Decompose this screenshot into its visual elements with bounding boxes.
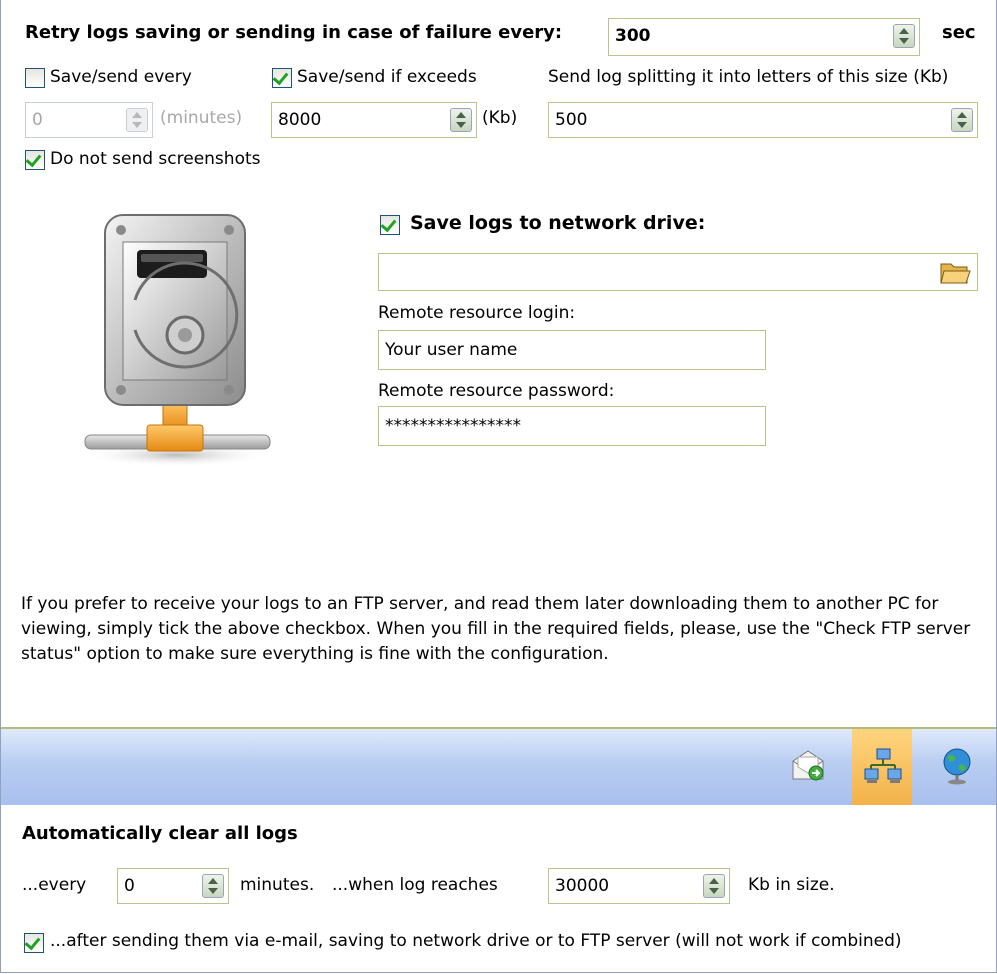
- toolbar-email-button[interactable]: [777, 729, 837, 805]
- minutes-unit-label: (minutes): [160, 108, 243, 128]
- clear-every-label: ...every: [22, 875, 87, 895]
- clear-reaches-label: ...when log reaches: [332, 875, 498, 895]
- remote-password-label: Remote resource password:: [378, 381, 615, 401]
- save-every-minutes-value: 0: [32, 110, 43, 130]
- remote-password-value: ****************: [385, 416, 521, 436]
- retry-label: Retry logs saving or sending in case of …: [25, 22, 563, 43]
- remote-login-label: Remote resource login:: [378, 303, 576, 323]
- retry-interval-field[interactable]: 300: [608, 18, 920, 56]
- check-icon: [24, 933, 41, 951]
- exceeds-kb-field[interactable]: 8000: [271, 102, 477, 138]
- no-screenshots-checkbox[interactable]: [25, 150, 45, 170]
- check-icon: [380, 215, 397, 233]
- save-send-exceeds-label: Save/send if exceeds: [297, 67, 477, 87]
- remote-password-field[interactable]: ****************: [378, 406, 766, 446]
- network-path-field[interactable]: [378, 253, 978, 291]
- save-to-network-label: Save logs to network drive:: [410, 212, 706, 234]
- clear-after-sending-checkbox[interactable]: [24, 933, 44, 953]
- clear-size-kb-field[interactable]: 30000: [548, 868, 730, 904]
- save-every-minutes-spinner[interactable]: [126, 108, 148, 132]
- split-size-value: 500: [555, 110, 588, 130]
- network-drive-icon: [82, 214, 272, 467]
- clear-size-kb-spinner[interactable]: [703, 874, 725, 898]
- clear-every-minutes-spinner[interactable]: [202, 874, 224, 898]
- toolbar-network-button[interactable]: [852, 729, 912, 805]
- clear-kb-label: Kb in size.: [748, 875, 835, 895]
- retry-interval-spinner[interactable]: [893, 24, 915, 48]
- email-send-icon: [792, 750, 824, 781]
- retry-unit-label: sec: [942, 22, 976, 43]
- split-size-spinner[interactable]: [951, 108, 973, 132]
- remote-login-value: Your user name: [385, 340, 518, 360]
- clear-every-minutes-field[interactable]: 0: [117, 868, 229, 904]
- save-send-every-label: Save/send every: [50, 67, 192, 87]
- check-icon: [25, 150, 42, 168]
- browse-folder-icon[interactable]: [939, 258, 971, 286]
- clear-minutes-label: minutes.: [240, 875, 315, 895]
- globe-icon: [943, 748, 971, 785]
- save-send-every-checkbox[interactable]: [25, 68, 45, 88]
- retry-interval-value: 300: [615, 26, 651, 46]
- ftp-info-text: If you prefer to receive your logs to an…: [21, 594, 971, 664]
- exceeds-kb-spinner[interactable]: [450, 108, 472, 132]
- clear-logs-title: Automatically clear all logs: [22, 823, 298, 844]
- check-icon: [272, 68, 289, 86]
- clear-size-kb-value: 30000: [555, 876, 610, 896]
- exceeds-kb-value: 8000: [278, 110, 322, 130]
- split-size-label: Send log splitting it into letters of th…: [548, 67, 949, 87]
- save-send-exceeds-checkbox[interactable]: [272, 68, 292, 88]
- network-icon: [864, 748, 902, 783]
- split-size-field[interactable]: 500: [548, 102, 978, 138]
- save-to-network-checkbox[interactable]: [380, 215, 400, 235]
- kb-unit-label: (Kb): [482, 108, 518, 128]
- save-every-minutes-field[interactable]: 0: [25, 102, 153, 138]
- remote-login-field[interactable]: Your user name: [378, 330, 766, 370]
- log-delivery-toolbar: [1, 727, 996, 805]
- clear-after-sending-label: ...after sending them via e-mail, saving…: [50, 931, 902, 951]
- toolbar-ftp-button[interactable]: [926, 729, 986, 805]
- no-screenshots-label: Do not send screenshots: [50, 149, 261, 169]
- clear-every-minutes-value: 0: [124, 876, 135, 896]
